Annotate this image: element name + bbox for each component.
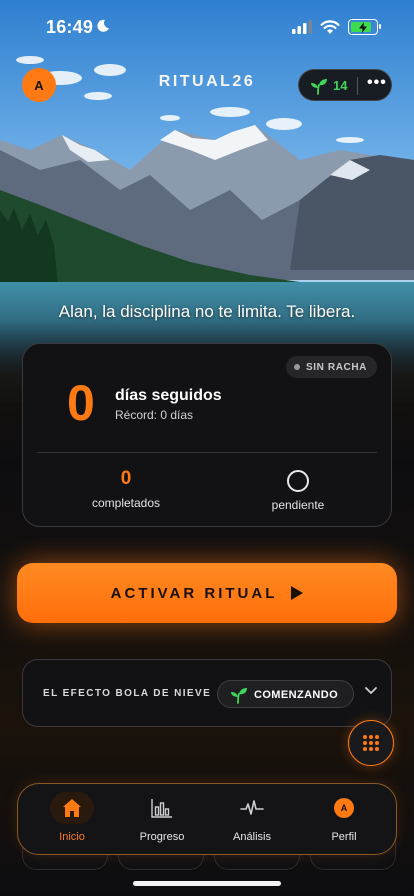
- tab-label: Progreso: [139, 831, 185, 843]
- chevron-down-icon[interactable]: [365, 687, 377, 695]
- grid-menu-button[interactable]: [348, 720, 394, 766]
- activate-ritual-label: ACTIVAR RITUAL: [110, 584, 278, 602]
- tab-label: Inicio: [59, 831, 85, 843]
- status-time: 16:49: [46, 17, 94, 37]
- bar-chart-icon: [151, 799, 172, 818]
- pill-divider: [357, 77, 358, 95]
- bottom-tab-bar: Inicio Progreso Análisis A Perfil: [17, 783, 397, 855]
- streak-card: SIN RACHA 0 días seguidos Récord: 0 días…: [22, 343, 392, 527]
- tab-label: Análisis: [233, 831, 271, 843]
- motto-text: Alan, la disciplina no te limita. Te lib…: [58, 302, 356, 321]
- battery-icon: [348, 19, 381, 35]
- sprout-icon: [311, 79, 327, 95]
- moon-icon: [97, 19, 109, 32]
- pulse-icon: [240, 800, 264, 815]
- snowball-effect-panel[interactable]: EL EFECTO BOLA DE NIEVE COMENZANDO: [22, 659, 392, 727]
- home-icon: [63, 799, 81, 817]
- tab-inicio[interactable]: Inicio: [26, 792, 118, 848]
- active-tab-highlight: [50, 792, 94, 824]
- completed-value: 0: [120, 468, 132, 489]
- card-divider: [37, 452, 377, 453]
- pending-stat: pendiente: [233, 468, 363, 512]
- wifi-icon: [320, 19, 340, 34]
- completed-stat: 0 completados: [61, 468, 191, 510]
- tab-analisis[interactable]: Análisis: [206, 794, 298, 848]
- grid-dots-icon: [363, 735, 379, 751]
- streak-status-badge: SIN RACHA: [286, 356, 377, 378]
- seeds-menu-pill[interactable]: 14 •••: [298, 69, 392, 101]
- home-indicator: [133, 881, 281, 886]
- tab-label: Perfil: [331, 831, 357, 843]
- tab-progreso[interactable]: Progreso: [116, 794, 208, 848]
- snowball-state-badge: COMENZANDO: [217, 680, 354, 708]
- play-icon: [291, 586, 304, 600]
- streak-days-number: 0: [67, 375, 95, 431]
- streak-badge-label: SIN RACHA: [306, 361, 367, 373]
- activate-ritual-button[interactable]: ACTIVAR RITUAL: [17, 563, 397, 623]
- pending-label: pendiente: [271, 498, 325, 512]
- avatar-icon: A: [334, 798, 354, 818]
- cellular-signal-icon: [292, 20, 312, 34]
- streak-days-label: días seguidos: [115, 387, 222, 404]
- tab-perfil[interactable]: A Perfil: [298, 794, 390, 848]
- pending-circle-icon: [287, 470, 309, 492]
- snowball-title: EL EFECTO BOLA DE NIEVE: [43, 688, 212, 699]
- completed-label: completados: [91, 496, 161, 510]
- snowball-state-label: COMENZANDO: [254, 689, 339, 701]
- more-options-button[interactable]: •••: [367, 74, 387, 92]
- status-dot: [294, 364, 301, 370]
- seeds-count: 14: [333, 78, 348, 93]
- status-bar: 16:49: [0, 0, 414, 56]
- sprout-icon: [231, 688, 247, 704]
- streak-record: Récord: 0 días: [115, 408, 194, 422]
